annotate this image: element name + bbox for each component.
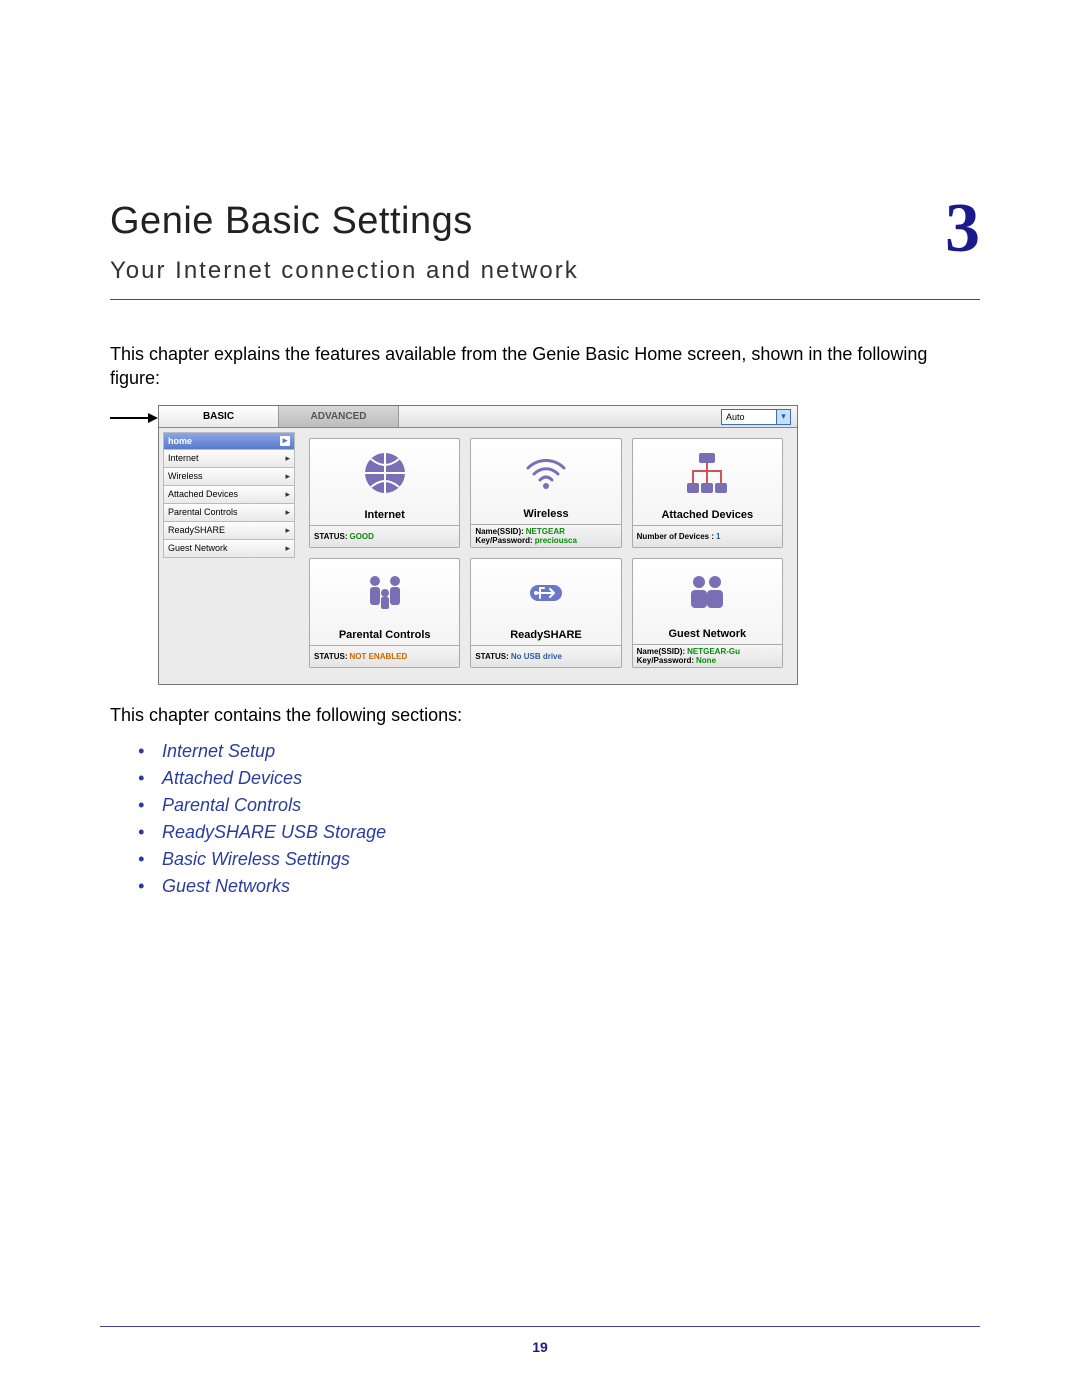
ssid-label: Name(SSID): [637, 647, 685, 656]
sidebar-item-label: Wireless [168, 471, 203, 481]
sidebar-item-parental-controls[interactable]: Parental Controls ▸ [163, 504, 295, 522]
screenshot-figure: BASIC ADVANCED Auto ▾ home ▸ Internet [158, 405, 980, 685]
sidebar-item-attached-devices[interactable]: Attached Devices ▸ [163, 486, 295, 504]
status-value: GOOD [349, 532, 373, 541]
language-select[interactable]: Auto ▾ [721, 409, 791, 425]
toc-link-basic-wireless-settings[interactable]: Basic Wireless Settings [138, 846, 980, 873]
chevron-down-icon: ▾ [776, 410, 790, 424]
tab-advanced[interactable]: ADVANCED [279, 406, 399, 427]
sidebar-item-home[interactable]: home ▸ [163, 432, 295, 450]
sidebar-item-label: Internet [168, 453, 199, 463]
status-label: STATUS: [475, 652, 508, 661]
family-icon [310, 559, 459, 627]
chevron-right-icon: ▸ [285, 525, 290, 536]
chevron-right-icon: ▸ [285, 471, 290, 482]
sidebar-item-wireless[interactable]: Wireless ▸ [163, 468, 295, 486]
side-nav: home ▸ Internet ▸ Wireless ▸ Attached De… [163, 432, 295, 680]
chapter-number: 3 [945, 194, 980, 264]
tile-title: Internet [310, 507, 459, 525]
globe-icon [310, 439, 459, 507]
chevron-right-icon: ▸ [280, 436, 290, 446]
chevron-right-icon: ▸ [285, 489, 290, 500]
tile-title: Parental Controls [310, 627, 459, 645]
tile-internet[interactable]: Internet STATUS: GOOD [309, 438, 460, 548]
toc-link-parental-controls[interactable]: Parental Controls [138, 792, 980, 819]
tile-guest-network[interactable]: Guest Network Name(SSID):NETGEAR-Gu Key/… [632, 558, 783, 668]
toc-link-guest-networks[interactable]: Guest Networks [138, 873, 980, 900]
chapter-title: Genie Basic Settings [110, 200, 579, 243]
callout-arrow [110, 417, 156, 419]
status-label: STATUS: [314, 652, 347, 661]
sidebar-item-label: Attached Devices [168, 489, 238, 499]
tile-wireless[interactable]: Wireless Name(SSID):NETGEAR Key/Password… [470, 438, 621, 548]
footer-rule [100, 1326, 980, 1327]
sidebar-item-guest-network[interactable]: Guest Network ▸ [163, 540, 295, 558]
tile-parental-controls[interactable]: Parental Controls STATUS:NOT ENABLED [309, 558, 460, 668]
key-label: Key/Password: [475, 536, 532, 545]
tab-basic[interactable]: BASIC [159, 406, 279, 427]
devices-value: 1 [716, 532, 720, 541]
devices-label: Number of Devices : [637, 532, 714, 541]
chevron-right-icon: ▸ [285, 543, 290, 554]
tile-attached-devices[interactable]: Attached Devices Number of Devices :1 [632, 438, 783, 548]
wifi-icon [471, 439, 620, 506]
title-rule [110, 299, 980, 300]
intro-paragraph: This chapter explains the features avail… [110, 342, 980, 391]
ssid-value: NETGEAR-Gu [687, 647, 740, 656]
chevron-right-icon: ▸ [285, 453, 290, 464]
chapter-subtitle: Your Internet connection and network [110, 257, 579, 285]
status-label: STATUS: [314, 532, 347, 541]
toc-link-attached-devices[interactable]: Attached Devices [138, 765, 980, 792]
tile-title: Wireless [471, 506, 620, 524]
section-list: Internet Setup Attached Devices Parental… [138, 738, 980, 900]
toc-link-readyshare-usb-storage[interactable]: ReadySHARE USB Storage [138, 819, 980, 846]
sidebar-item-label: Parental Controls [168, 507, 238, 517]
tile-title: ReadySHARE [471, 627, 620, 645]
status-value: No USB drive [511, 652, 562, 661]
usb-icon [471, 559, 620, 627]
sidebar-item-label: Guest Network [168, 543, 228, 553]
status-value: NOT ENABLED [349, 652, 407, 661]
key-value: None [696, 656, 716, 665]
ssid-value: NETGEAR [526, 527, 565, 536]
toc-link-internet-setup[interactable]: Internet Setup [138, 738, 980, 765]
people-icon [633, 559, 782, 626]
sidebar-item-label: ReadySHARE [168, 525, 225, 535]
sections-intro: This chapter contains the following sect… [110, 705, 980, 726]
language-value: Auto [726, 412, 745, 422]
key-value: preciousca [535, 536, 577, 545]
key-label: Key/Password: [637, 656, 694, 665]
tile-readyshare[interactable]: ReadySHARE STATUS:No USB drive [470, 558, 621, 668]
page-number: 19 [0, 1339, 1080, 1355]
tile-title: Guest Network [633, 626, 782, 644]
sidebar-item-label: home [168, 436, 192, 446]
tab-bar: BASIC ADVANCED Auto ▾ [159, 406, 797, 428]
chevron-right-icon: ▸ [285, 507, 290, 518]
ssid-label: Name(SSID): [475, 527, 523, 536]
sidebar-item-internet[interactable]: Internet ▸ [163, 450, 295, 468]
tile-title: Attached Devices [633, 507, 782, 525]
network-topology-icon [633, 439, 782, 507]
sidebar-item-readyshare[interactable]: ReadySHARE ▸ [163, 522, 295, 540]
